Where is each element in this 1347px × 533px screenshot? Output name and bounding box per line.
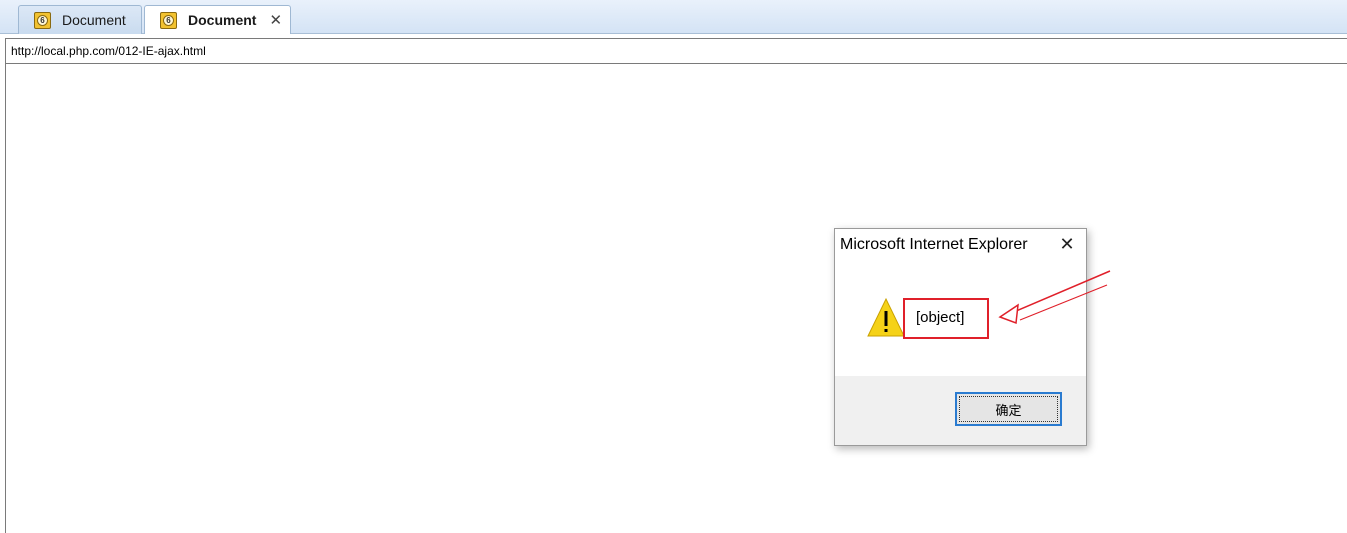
address-bar[interactable]: http://local.php.com/012-IE-ajax.html [5,38,1347,64]
tab-label: Document [188,12,257,28]
ie6-page-icon: 6 [160,11,177,29]
warning-icon [867,297,905,337]
address-bar-url: http://local.php.com/012-IE-ajax.html [11,44,206,58]
annotation-arrow [998,270,1111,325]
close-tab-icon[interactable]: ✕ [269,11,282,29]
tab-document-1[interactable]: 6 Document [18,5,142,34]
alert-dialog: Microsoft Internet Explorer ✕ [object] 确… [834,228,1087,446]
ie6-page-icon: 6 [34,11,51,29]
page-content [5,64,1347,533]
tab-bar: 6 Document 6 Document ✕ [0,0,1347,34]
alert-message: [object] [916,309,965,326]
tab-document-2[interactable]: 6 Document ✕ [144,5,291,34]
ok-button[interactable]: 确定 [955,392,1062,426]
dialog-footer: 确定 [835,376,1086,445]
tab-label: Document [62,12,126,28]
dialog-title: Microsoft Internet Explorer [840,236,1028,253]
close-icon[interactable]: ✕ [1057,234,1077,255]
focus-ring [959,396,1058,422]
